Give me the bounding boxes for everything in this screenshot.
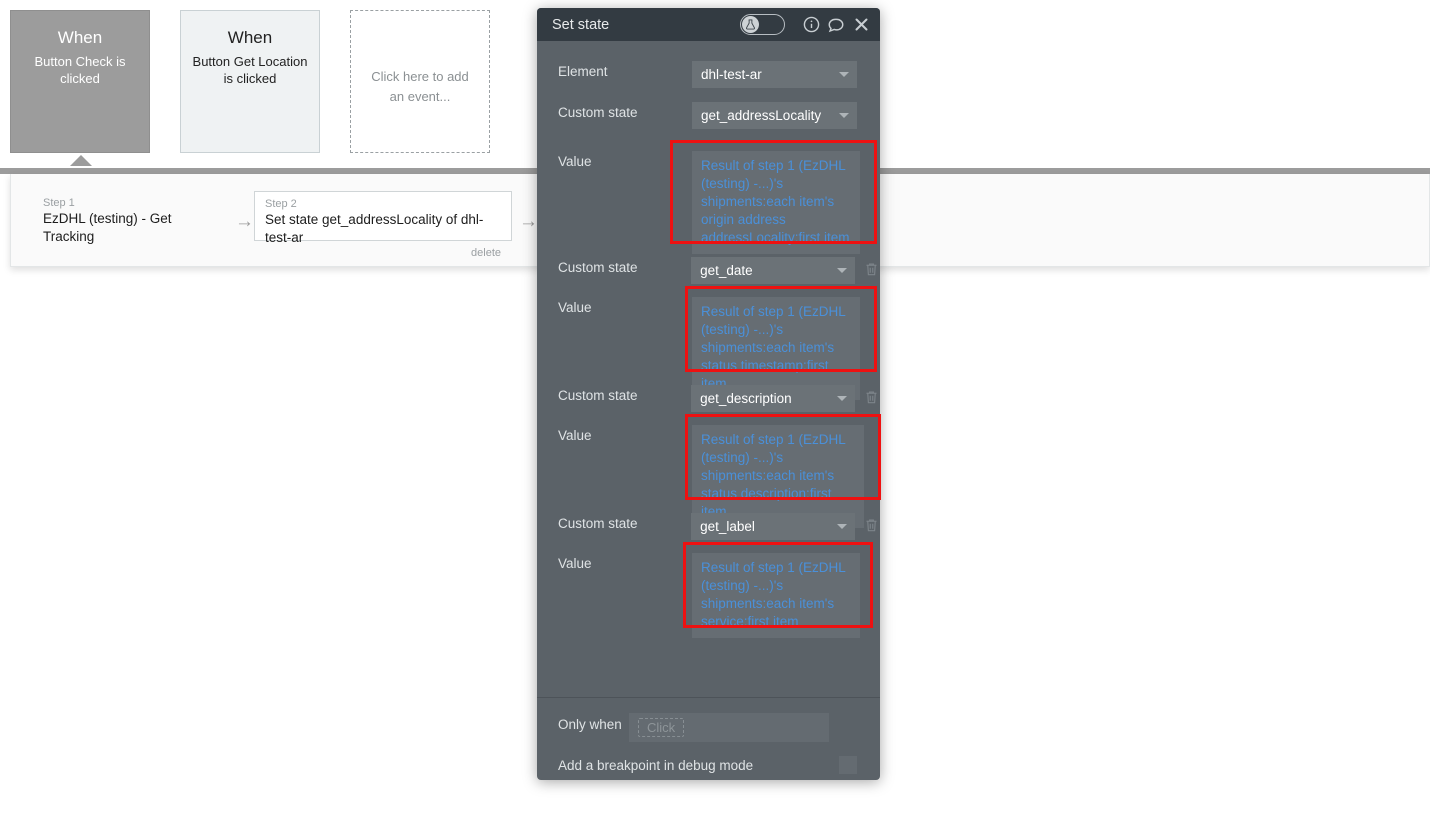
custom-state-label: Custom state (558, 105, 638, 120)
custom-state-label: Custom state (558, 516, 638, 531)
event-when-label: When (227, 28, 273, 47)
step-arrow-icon: → (235, 211, 254, 232)
screen: When Button Check is clicked When Button… (0, 0, 1430, 821)
value-expression-1[interactable]: Result of step 1 (EzDHL (testing) -...)'… (692, 151, 860, 254)
custom-state-dropdown-3[interactable]: get_description (691, 385, 856, 412)
custom-state-dropdown-1[interactable]: get_addressLocality (692, 102, 857, 129)
add-event-placeholder[interactable]: Click here to add an event... (350, 10, 490, 153)
event-when-label: When (57, 28, 103, 47)
flask-icon (742, 16, 759, 33)
chevron-down-icon (839, 72, 849, 77)
step-title: EzDHL (testing) - Get Tracking (43, 211, 172, 244)
delete-state-icon-2[interactable] (864, 261, 880, 278)
chevron-down-icon (837, 396, 848, 401)
custom-state-value: get_description (700, 391, 792, 406)
only-when-label: Only when (558, 717, 622, 732)
custom-state-label: Custom state (558, 260, 638, 275)
panel-title: Set state (552, 16, 610, 33)
step-label: Step 1 (43, 197, 75, 209)
element-dropdown[interactable]: dhl-test-ar (692, 61, 857, 88)
selected-event-caret (70, 155, 92, 166)
comment-icon[interactable] (827, 16, 845, 34)
delete-state-icon-3[interactable] (864, 389, 880, 406)
event-description: Button Check is clicked (34, 54, 126, 86)
custom-state-value: get_label (700, 519, 755, 534)
custom-state-value: get_addressLocality (701, 108, 822, 123)
info-icon[interactable] (802, 16, 820, 34)
custom-state-value: get_date (700, 263, 753, 278)
only-when-placeholder-chip: Click (638, 718, 685, 737)
element-label: Element (558, 64, 608, 79)
step-2[interactable]: Step 2 Set state get_addressLocality of … (254, 191, 512, 259)
chevron-down-icon (837, 524, 848, 529)
breakpoint-checkbox[interactable] (839, 756, 857, 774)
chevron-down-icon (839, 113, 849, 118)
step-label: Step 2 (265, 198, 297, 210)
chevron-down-icon (837, 268, 848, 273)
custom-state-row-4: Custom state get_label (537, 513, 880, 540)
value-row-1: Value Result of step 1 (EzDHL (testing) … (537, 151, 880, 254)
step-1[interactable]: Step 1 EzDHL (testing) - Get Tracking (21, 191, 231, 244)
value-row-4: Value Result of step 1 (EzDHL (testing) … (537, 553, 880, 638)
value-label: Value (558, 154, 592, 169)
custom-state-dropdown-2[interactable]: get_date (691, 257, 856, 284)
value-expression-4[interactable]: Result of step 1 (EzDHL (testing) -...)'… (692, 553, 860, 638)
close-icon[interactable] (852, 16, 870, 34)
breakpoint-label: Add a breakpoint in debug mode (558, 757, 754, 773)
delete-state-icon-4[interactable] (864, 517, 880, 534)
breakpoint-row: Add a breakpoint in debug mode (537, 756, 880, 774)
step-arrow-icon: → (519, 211, 538, 232)
custom-state-label: Custom state (558, 388, 638, 403)
step-delete-link[interactable]: delete (265, 247, 501, 260)
experiment-toggle[interactable] (740, 14, 785, 35)
add-event-text: Click here to add an event... (371, 69, 469, 104)
event-card-button-get-location[interactable]: When Button Get Location is clicked (180, 10, 320, 153)
element-value: dhl-test-ar (701, 67, 762, 82)
event-card-button-check[interactable]: When Button Check is clicked (10, 10, 150, 153)
value-label: Value (558, 556, 592, 571)
panel-header: Set state (537, 8, 880, 41)
step-title: Set state get_addressLocality of dhl-tes… (265, 212, 484, 245)
custom-state-row-3: Custom state get_description (537, 385, 880, 412)
only-when-row: Only when Click (537, 713, 880, 742)
element-row: Element dhl-test-ar (537, 61, 880, 88)
custom-state-row-2: Custom state get_date (537, 257, 880, 284)
custom-state-row-1: Custom state get_addressLocality (537, 102, 880, 129)
event-description: Button Get Location is clicked (192, 54, 308, 86)
custom-state-dropdown-4[interactable]: get_label (691, 513, 856, 540)
only-when-input[interactable]: Click (629, 713, 829, 742)
